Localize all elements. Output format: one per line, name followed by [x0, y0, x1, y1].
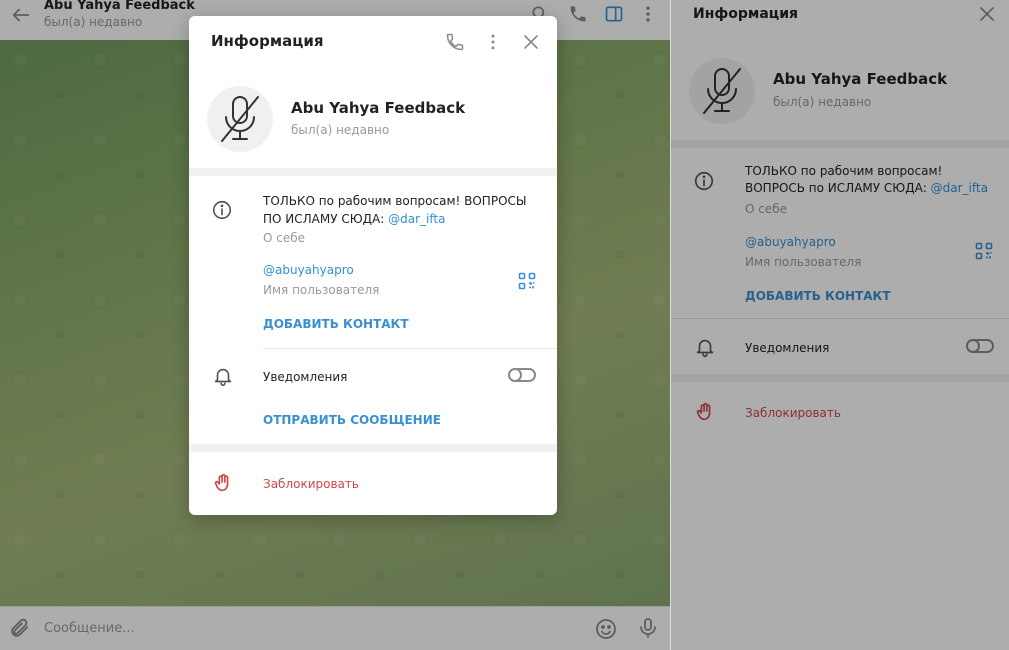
- modal-add-contact-button[interactable]: ДОБАВИТЬ КОНТАКТ: [263, 317, 409, 331]
- panel-overlay[interactable]: [671, 0, 1009, 650]
- qr-code-icon[interactable]: [518, 272, 536, 290]
- modal-username[interactable]: @abuyahyapro: [263, 263, 354, 277]
- muted-microphone-icon: [221, 96, 259, 142]
- modal-title: Информация: [211, 32, 324, 50]
- bell-icon: [214, 368, 232, 386]
- modal-username-label: Имя пользователя: [263, 283, 380, 297]
- modal-block-button[interactable]: Заблокировать: [263, 477, 359, 491]
- modal-contact-status: был(а) недавно: [291, 123, 390, 137]
- phone-icon[interactable]: [445, 32, 465, 52]
- info-icon: [212, 200, 232, 220]
- modal-about: ТОЛЬКО по рабочим вопросам! ВОПРОСЫ ПО И…: [263, 192, 533, 228]
- avatar[interactable]: [207, 86, 273, 152]
- modal-about-link[interactable]: @dar_ifta: [388, 212, 445, 226]
- separator: [189, 444, 557, 452]
- modal-contact-name: Abu Yahya Feedback: [291, 99, 466, 117]
- modal-send-message-button[interactable]: ОТПРАВИТЬ СООБЩЕНИЕ: [263, 413, 441, 427]
- divider: [263, 348, 557, 349]
- modal-about-label: О себе: [263, 231, 306, 245]
- modal-notifications-label: Уведомления: [263, 370, 348, 384]
- hand-stop-icon: [214, 473, 229, 492]
- info-modal: Информация Abu Yahya Feedback был(а) нед…: [189, 16, 557, 515]
- close-icon[interactable]: [521, 32, 541, 52]
- separator: [189, 168, 557, 176]
- modal-notifications-toggle[interactable]: [508, 368, 536, 382]
- more-vertical-icon[interactable]: [483, 32, 503, 52]
- info-panel: Информация Abu Yahya Feedback был(а) нед…: [670, 0, 1009, 650]
